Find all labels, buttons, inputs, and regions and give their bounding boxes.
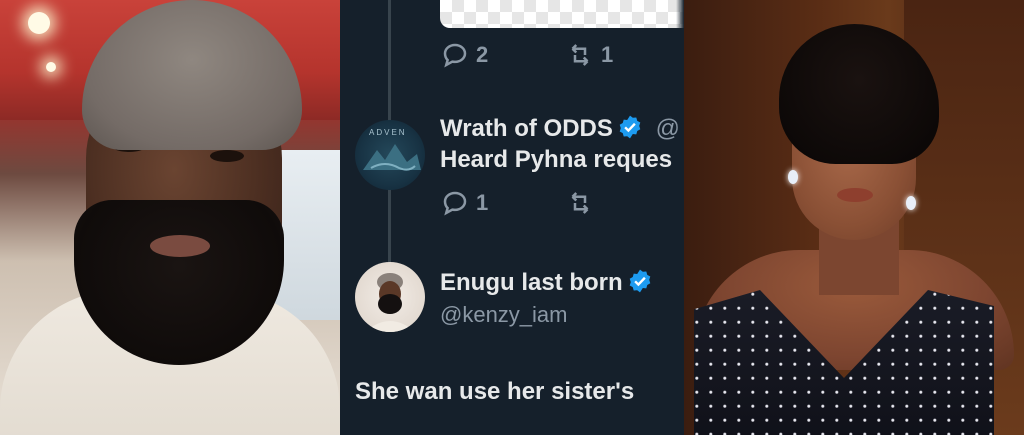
reply-action[interactable]: 2 (440, 40, 488, 70)
earring (906, 196, 916, 210)
display-name-text: Wrath of ODDS (440, 115, 613, 142)
earring (788, 170, 798, 184)
reply-count: 1 (476, 190, 489, 215)
verified-badge-icon (629, 269, 650, 293)
avatar-portrait (365, 273, 415, 332)
avatar[interactable] (355, 262, 425, 332)
tweet-text: She wan use her sister's (355, 378, 635, 405)
avatar[interactable]: ADVEN (355, 120, 425, 190)
tweet-screenshot (340, 0, 684, 435)
reply-action[interactable]: 1 (440, 188, 488, 218)
eye (210, 150, 244, 162)
left-photo (0, 0, 340, 435)
tweet-text: Heard Pyhna reques (440, 146, 673, 173)
user-handle[interactable]: @kenzy_iam (440, 302, 568, 328)
reply-count: 2 (476, 42, 489, 67)
panel-edge (676, 0, 684, 435)
right-photo (684, 0, 1024, 435)
display-name-text: Enugu last born (440, 269, 623, 296)
landscape-icon (363, 144, 421, 171)
retweet-icon (571, 44, 589, 66)
retweet-action[interactable]: 1 (565, 40, 613, 70)
lips (150, 235, 210, 257)
retweet-action[interactable] (565, 188, 601, 218)
ceiling-lamp (28, 12, 50, 34)
verified-badge-icon (619, 115, 641, 139)
display-name[interactable]: Enugu last born (440, 268, 653, 297)
retweet-icon (571, 192, 589, 214)
media-preview[interactable] (440, 0, 684, 28)
display-name[interactable]: Wrath of ODDS @ (440, 114, 680, 143)
reply-icon (443, 191, 467, 216)
retweet-count: 1 (601, 42, 614, 67)
ceiling-lamp (46, 62, 56, 72)
reply-icon (443, 43, 467, 68)
lips (837, 188, 873, 202)
